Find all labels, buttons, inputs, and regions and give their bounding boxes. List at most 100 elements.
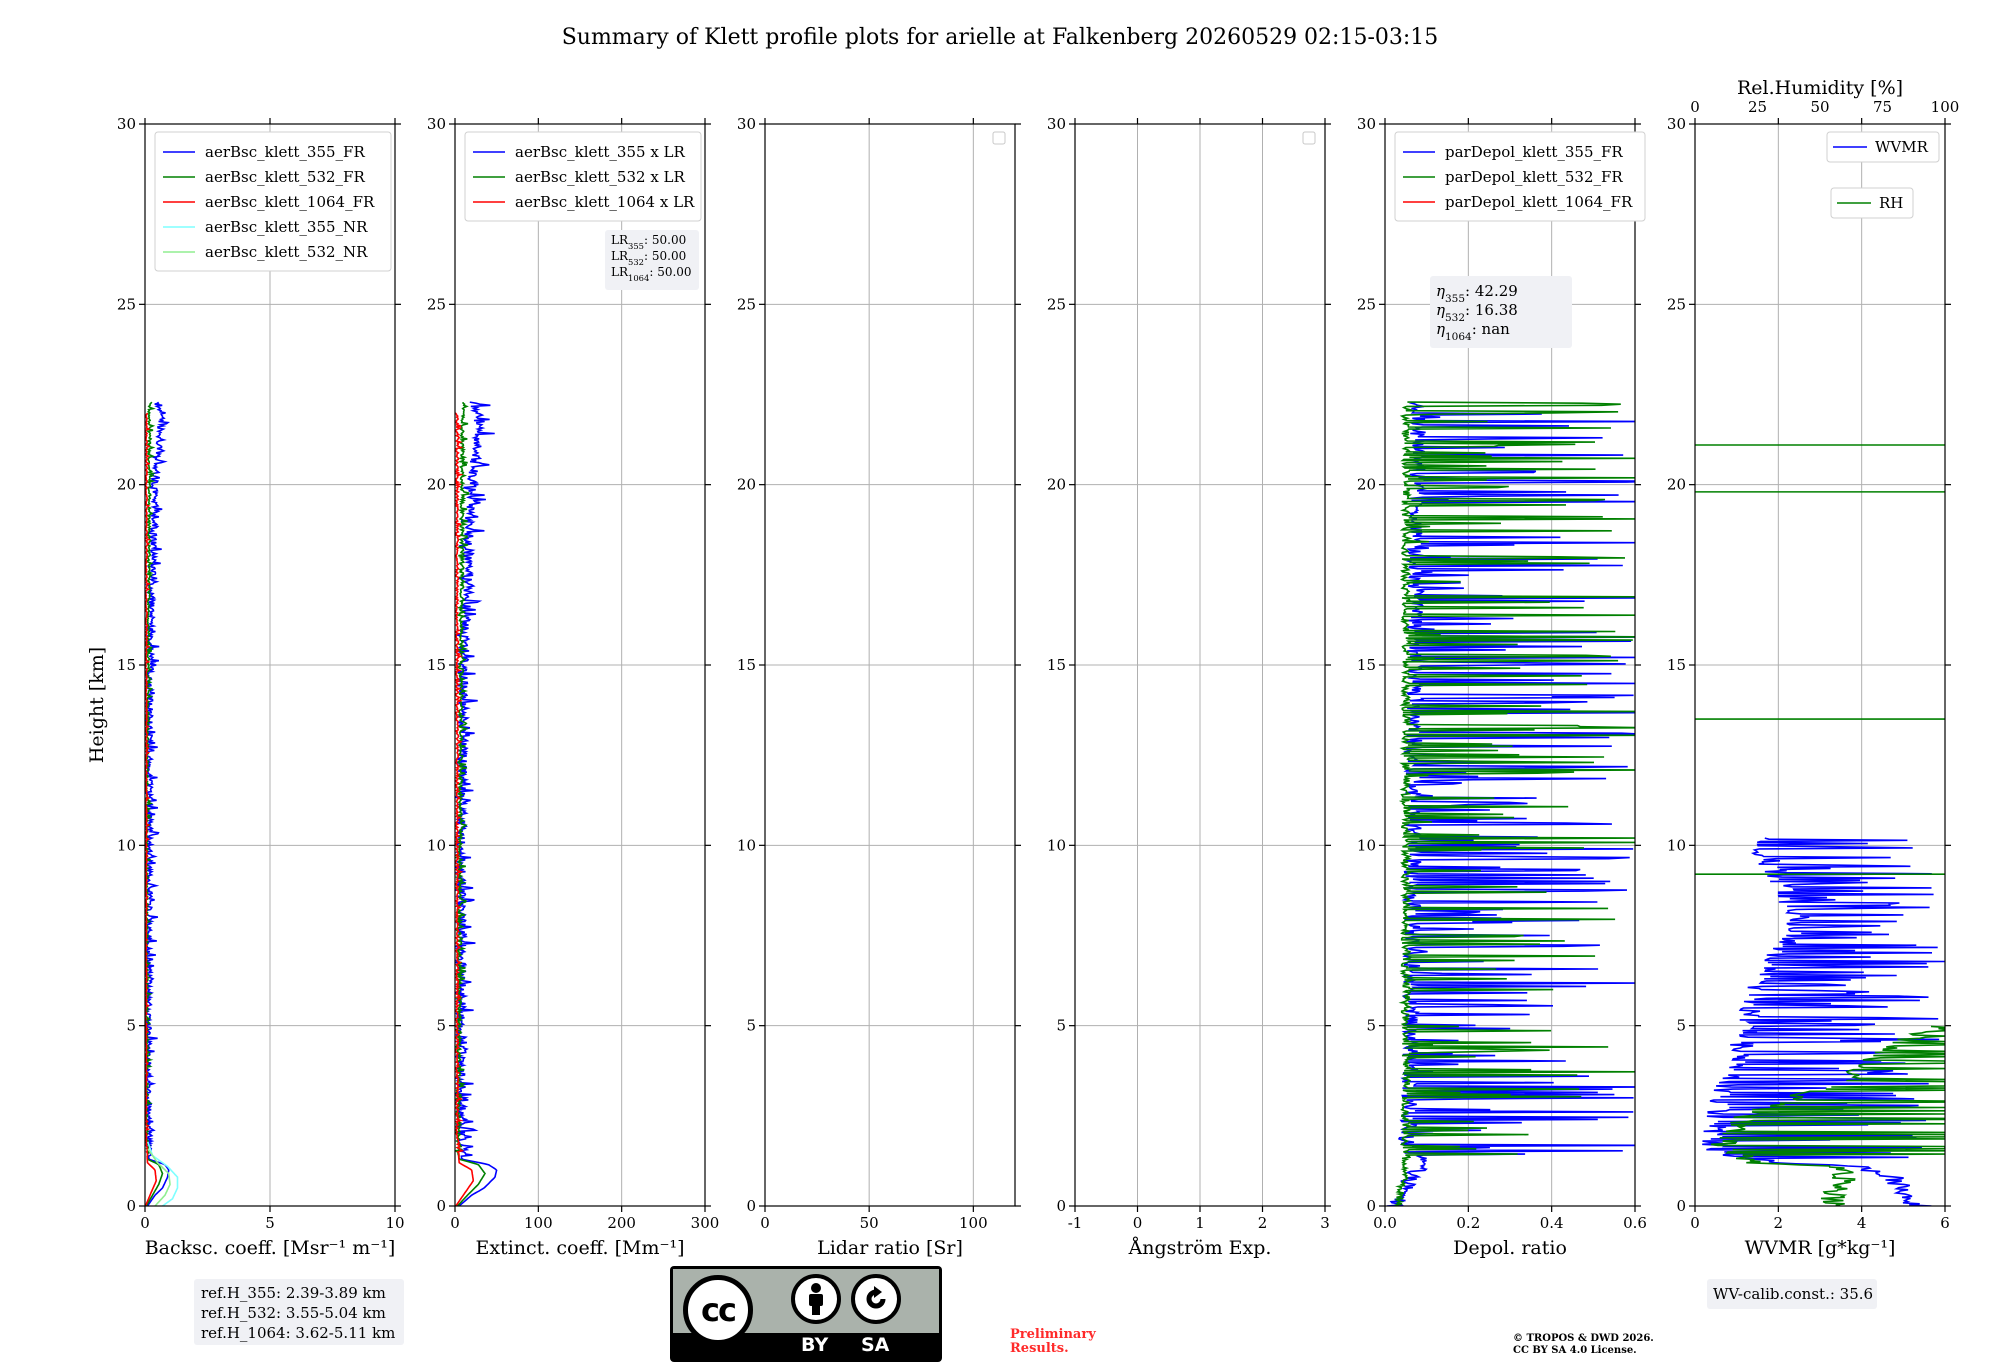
legend-label-parDepol_klett_532_FR: parDepol_klett_532_FR [1445,168,1623,186]
cc-license-badge: cc BY SA [670,1266,942,1362]
refh-line-1064: ref.H_1064: 3.62-5.11 km [201,1324,395,1342]
y-tick-label-4: 20 [1357,476,1376,494]
y-tick-label-2: 10 [1667,836,1686,854]
annotation-subscript: 355 [1445,293,1465,305]
y-tick-label-2: 10 [427,836,446,854]
annotation-subscript: 1064 [1445,331,1472,343]
panel-extinction: 0510152025300 100 200 300Extinct. coeff. [M… [427,115,719,1259]
refh-line-355: ref.H_355: 2.39-3.89 km [201,1284,386,1302]
legend-label-aerBsc_klett_532_NR: aerBsc_klett_532_NR [205,243,368,261]
y-tick-label-5: 25 [737,295,756,313]
x-tick-label-1: 0 [1133,1214,1143,1232]
top-tick-label-2: 50 [1810,98,1829,116]
y-tick-label-0: 0 [436,1197,446,1215]
annotation-value: : 50.00 [644,249,686,263]
y-tick-label-2: 10 [737,836,756,854]
y-tick-label-2: 10 [117,836,136,854]
x-tick-label-2: 100 [959,1214,988,1232]
annotation-subscript: 532 [628,257,644,267]
y-tick-label-1: 5 [436,1017,446,1035]
empty-legend-box [1302,131,1316,145]
legend-label-aerBsc_klett_355_FR: aerBsc_klett_355_FR [205,143,365,161]
top-axis-label: Rel.Humidity [%] [1737,77,1903,99]
empty-legend-box [992,131,1006,145]
y-tick-label-3: 15 [1667,656,1686,674]
panel-backscatter: 0 5 10 15 20 25 30 0 5 10 Backsc. coeff. [Msr⁻¹ m⁻… [117,115,405,1259]
legend-label-parDepol_klett_1064_FR: parDepol_klett_1064_FR [1445,193,1633,211]
x-tick-label-2: 10 [385,1214,404,1232]
y-tick-label-4: 20 [1667,476,1686,494]
attribution-person-icon [791,1274,841,1324]
top-tick-label-0: 0 [1690,98,1700,116]
cc-icon: cc [683,1275,753,1345]
annotation-symbol: η [1436,301,1445,319]
x-tick-label-0: 0 [140,1214,150,1232]
reference-height-box: ref.H_355: 2.39-3.89 km ref.H_532: 3.55-… [194,1279,404,1345]
series-group [145,401,179,1206]
person-glyph [809,1283,823,1315]
y-tick-label-1: 5 [746,1017,756,1035]
x-tick-label-2: 0.4 [1540,1214,1564,1232]
figure-title: Summary of Klett profile plots for ariel… [562,25,1439,50]
y-tick-label-0: 0 [746,1197,756,1215]
y-tick-label-0: 0 [1676,1197,1686,1215]
y-tick-label-2: 10 [1357,836,1376,854]
preliminary-line-1: Preliminary [1010,1327,1096,1342]
preliminary-line-2: Results. [1010,1341,1069,1356]
annotation-subscript: 355 [628,241,644,251]
x-tick-label-3: 2 [1258,1214,1268,1232]
y-tick-label-3: 15 [737,656,756,674]
legend-label-aerBsc_klett_355_NR: aerBsc_klett_355_NR [205,218,368,236]
x-axis-label: Depol. ratio [1453,1237,1567,1259]
x-axis-label: Ångström Exp. [1128,1237,1272,1259]
legend-label-aerBsc_klett_532_FR: aerBsc_klett_532_FR [205,168,365,186]
legend-label-aerBsc_klett_355 x LR: aerBsc_klett_355 x LR [515,143,686,161]
x-axis-label: Backsc. coeff. [Msr⁻¹ m⁻¹] [145,1237,396,1259]
annotation-value: : 50.00 [649,265,691,279]
x-tick-label-1: 100 [524,1214,553,1232]
y-tick-label-3: 15 [427,656,446,674]
series-group [1386,401,1635,1206]
x-axis-label: WVMR [g*kg⁻¹] [1745,1237,1896,1259]
x-tick-label-4: 3 [1320,1214,1330,1232]
sa-label: SA [861,1334,890,1356]
preliminary-note: Preliminary Results. [1010,1328,1096,1356]
copyright-line-1: © TROPOS & DWD 2026. [1513,1333,1654,1344]
y-tick-label-4: 20 [427,476,446,494]
annotation-symbol: LR [611,249,629,263]
y-tick-label-6: 30 [117,115,136,133]
x-axis-label: Extinct. coeff. [Mm⁻¹] [475,1237,684,1259]
refh-line-532: ref.H_532: 3.55-5.04 km [201,1304,386,1322]
panel-wvmr: 0510152025300 2 4 6WVMR [g*kg⁻¹]0 25 50 75 100R… [1667,77,1959,1309]
x-tick-label-0: 0.0 [1373,1214,1397,1232]
y-tick-label-1: 5 [1056,1017,1066,1035]
copyright-line-2: CC BY SA 4.0 License. [1513,1345,1637,1356]
x-tick-label-1: 2 [1774,1214,1784,1232]
share-alike-icon [851,1274,901,1324]
y-tick-label-6: 30 [1047,115,1066,133]
y-axis-label: Height [km] [86,647,108,763]
x-tick-label-3: 6 [1940,1214,1950,1232]
legend-label-aerBsc_klett_1064_FR: aerBsc_klett_1064_FR [205,193,375,211]
panels: 0510152025300 5 10Backsc. coeff. [Msr⁻¹ m⁻… [117,77,1959,1309]
y-tick-label-4: 20 [737,476,756,494]
x-axis-label: Lidar ratio [Sr] [817,1237,963,1259]
x-tick-label-3: 0.6 [1623,1214,1647,1232]
y-tick-label-5: 25 [1047,295,1066,313]
y-tick-label-6: 30 [737,115,756,133]
x-tick-label-0: -1 [1068,1214,1083,1232]
y-tick-label-3: 15 [1047,656,1066,674]
annotation-symbol: η [1436,320,1445,338]
y-tick-label-5: 25 [117,295,136,313]
y-tick-label-0: 0 [1056,1197,1066,1215]
x-tick-label-1: 50 [860,1214,879,1232]
x-tick-label-3: 300 [691,1214,720,1232]
y-tick-label-3: 15 [117,656,136,674]
top-tick-label-1: 25 [1748,98,1767,116]
top-tick-label-3: 75 [1873,98,1892,116]
annotation-symbol: LR [611,233,629,247]
panel-depol: 0 5 10 15 20 25 30 0.0 0.2 0.4 0.6 Depol. ratio parD… [1357,115,1647,1259]
annotation-symbol: η [1436,282,1445,300]
y-tick-label-4: 20 [117,476,136,494]
y-tick-label-1: 5 [126,1017,136,1035]
